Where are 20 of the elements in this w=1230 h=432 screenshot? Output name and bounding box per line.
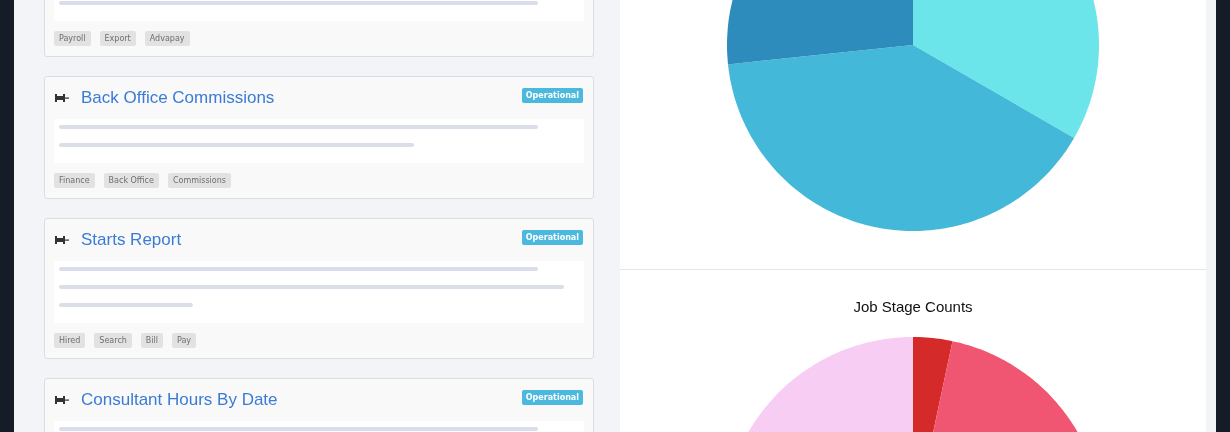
tag: Back Office [103,173,159,188]
tag: Export [99,31,136,46]
tag: Advapay [144,31,190,46]
status-badge: Operational [521,390,583,405]
report-title-link[interactable]: Starts Report [81,230,182,250]
report-title-link[interactable]: Back Office Commissions [81,88,275,108]
tag: Pay [172,333,197,348]
tag: Finance [54,173,95,188]
status-badge: Operational [521,88,583,103]
pushpin-icon [55,395,69,405]
pushpin-icon [55,93,69,103]
tag: Search [94,333,132,348]
pushpin-icon [55,235,69,245]
tag: Payroll [54,31,91,46]
tag: Hired [54,333,86,348]
tag: Commissions [167,173,231,188]
report-title-link[interactable]: Consultant Hours By Date [81,390,278,410]
status-badge: Operational [521,230,583,245]
chart-title: Job Stage Counts [853,298,973,315]
tag: Bill [140,333,163,348]
